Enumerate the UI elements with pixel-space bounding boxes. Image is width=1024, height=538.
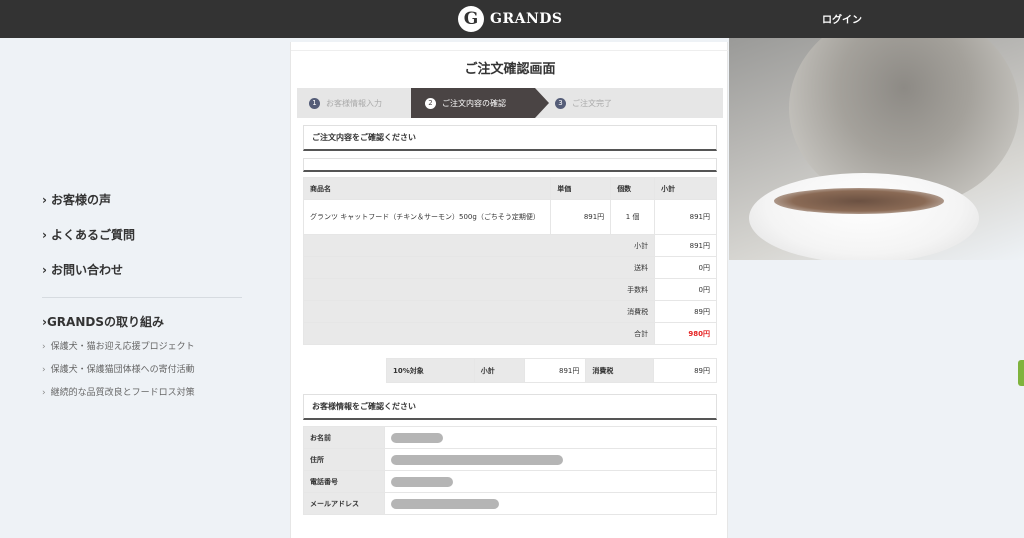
table-row: 住所 xyxy=(303,448,717,471)
nav-divider xyxy=(42,297,242,298)
nav-sub-label: 保護犬・猫お迎え応援プロジェクト xyxy=(50,342,195,352)
nav-grands-initiatives[interactable]: ›GRANDSの取り組み xyxy=(42,312,242,332)
item-subtotal: 891円 xyxy=(654,199,717,235)
summary-label: 手数料 xyxy=(302,278,656,301)
side-floating-tab[interactable] xyxy=(1018,360,1024,386)
customer-name-label: お名前 xyxy=(303,426,385,449)
customer-phone-label: 電話番号 xyxy=(303,470,385,493)
customer-email-label: メールアドレス xyxy=(303,492,385,515)
item-name: グランツ キャットフード（チキン＆サーモン）500g（ごちそう定期便） xyxy=(302,199,552,235)
tax-target-label: 10%対象 xyxy=(386,358,475,383)
title-divider xyxy=(291,50,729,51)
customer-info-table: お名前 住所 電話番号 メールアドレス xyxy=(303,426,717,515)
logo-icon: G xyxy=(458,6,484,32)
cat-food-shape xyxy=(774,188,944,214)
summary-label: 送料 xyxy=(302,256,656,279)
step-order-complete: 3 ご注文完了 xyxy=(555,88,612,118)
col-unit-price: 単価 xyxy=(550,177,612,200)
chevron-right-icon: › xyxy=(42,342,46,352)
step-label: ご注文内容の確認 xyxy=(442,98,506,108)
table-row: 電話番号 xyxy=(303,470,717,493)
chevron-right-icon: › xyxy=(42,365,46,375)
nav-label: お問い合わせ xyxy=(50,263,123,277)
chevron-right-icon: › xyxy=(42,388,46,398)
nav-customer-voice[interactable]: › お客様の声 xyxy=(42,188,242,223)
table-header-row: 商品名 単価 個数 小計 xyxy=(302,177,717,200)
summary-label: 小計 xyxy=(302,234,656,257)
nav-sub-donation[interactable]: › 保護犬・保護猫団体様への寄付活動 xyxy=(42,359,242,382)
nav-label: よくあるご質問 xyxy=(50,228,135,242)
summary-row-tax: 消費税 89円 xyxy=(302,300,717,323)
col-subtotal: 小計 xyxy=(654,177,717,200)
col-product-name: 商品名 xyxy=(302,177,552,200)
summary-label: 合計 xyxy=(302,322,656,345)
summary-value: 891円 xyxy=(654,234,717,257)
tax-breakdown-table: 10%対象 小計 891円 消費税 89円 xyxy=(386,358,717,383)
order-section-heading: ご注文内容をご確認ください xyxy=(303,125,717,151)
top-header: G GRANDS ログイン xyxy=(0,0,1024,38)
progress-steps: 1 お客様情報入力 2 ご注文内容の確認 3 ご注文完了 xyxy=(297,88,723,118)
table-row: メールアドレス xyxy=(303,492,717,515)
redacted-value xyxy=(391,476,453,487)
nav-sub-quality-improvement[interactable]: › 継続的な品質改良とフードロス対策 xyxy=(42,382,242,405)
nav-sub-adoption-project[interactable]: › 保護犬・猫お迎え応援プロジェクト xyxy=(42,336,242,359)
customer-section-heading: お客様情報をご確認ください xyxy=(303,394,717,420)
table-row: 10%対象 小計 891円 消費税 89円 xyxy=(386,358,717,383)
logo-text: GRANDS xyxy=(490,11,563,27)
step-label: ご注文完了 xyxy=(572,98,612,108)
tax-label: 消費税 xyxy=(585,358,655,383)
grands-logo[interactable]: G GRANDS xyxy=(458,6,563,32)
customer-name-value xyxy=(384,426,717,449)
col-quantity: 個数 xyxy=(610,177,656,200)
step-customer-info: 1 お客様情報入力 xyxy=(309,88,382,118)
item-quantity: 1 個 xyxy=(610,199,656,235)
customer-phone-value xyxy=(384,470,717,493)
summary-row-fee: 手数料 0円 xyxy=(302,278,717,301)
summary-row-total: 合計 980円 xyxy=(302,322,717,345)
chevron-right-icon: › xyxy=(42,228,47,242)
login-link[interactable]: ログイン xyxy=(822,11,862,26)
tax-subtotal-label: 小計 xyxy=(473,358,525,383)
tax-value: 89円 xyxy=(653,358,717,383)
redacted-value xyxy=(391,498,499,509)
order-items-table: 商品名 単価 個数 小計 グランツ キャットフード（チキン＆サーモン）500g（… xyxy=(302,177,717,345)
nav-contact[interactable]: › お問い合わせ xyxy=(42,258,242,293)
summary-value: 0円 xyxy=(654,278,717,301)
chevron-right-icon: › xyxy=(42,263,47,277)
summary-row-shipping: 送料 0円 xyxy=(302,256,717,279)
nav-label: GRANDSの取り組み xyxy=(46,315,164,329)
food-bowl-shape xyxy=(749,173,979,260)
nav-faq[interactable]: › よくあるご質問 xyxy=(42,223,242,258)
customer-address-label: 住所 xyxy=(303,448,385,471)
total-value: 980円 xyxy=(654,322,717,345)
cat-eating-image xyxy=(729,38,1024,260)
order-confirmation-panel: ご注文確認画面 1 お客様情報入力 2 ご注文内容の確認 3 ご注文完了 ご注文内容を… xyxy=(290,42,729,538)
tax-subtotal-value: 891円 xyxy=(523,358,587,383)
table-row: お名前 xyxy=(303,426,717,449)
summary-value: 0円 xyxy=(654,256,717,279)
step-number: 1 xyxy=(309,97,320,109)
page-title: ご注文確認画面 xyxy=(464,62,556,77)
step-order-confirm: 2 ご注文内容の確認 xyxy=(411,88,549,118)
redacted-value xyxy=(391,454,563,465)
item-unit-price: 891円 xyxy=(550,199,612,235)
logo-mark-letter: G xyxy=(463,8,479,29)
nav-label: お客様の声 xyxy=(50,193,111,207)
chevron-right-icon: › xyxy=(42,193,47,207)
left-navigation: › お客様の声 › よくあるご質問 › お問い合わせ ›GRANDSの取り組み › 保護… xyxy=(42,188,242,405)
customer-address-value xyxy=(384,448,717,471)
table-row: グランツ キャットフード（チキン＆サーモン）500g（ごちそう定期便） 891円… xyxy=(302,199,717,235)
nav-sub-label: 保護犬・保護猫団体様への寄付活動 xyxy=(50,365,195,375)
step-number: 3 xyxy=(555,97,566,109)
order-spacer-box xyxy=(303,158,717,172)
customer-email-value xyxy=(384,492,717,515)
step-label: お客様情報入力 xyxy=(326,98,382,108)
step-number: 2 xyxy=(425,97,436,109)
redacted-value xyxy=(391,432,443,443)
summary-label: 消費税 xyxy=(302,300,656,323)
summary-row-subtotal: 小計 891円 xyxy=(302,234,717,257)
nav-sub-label: 継続的な品質改良とフードロス対策 xyxy=(50,388,195,398)
summary-value: 89円 xyxy=(654,300,717,323)
